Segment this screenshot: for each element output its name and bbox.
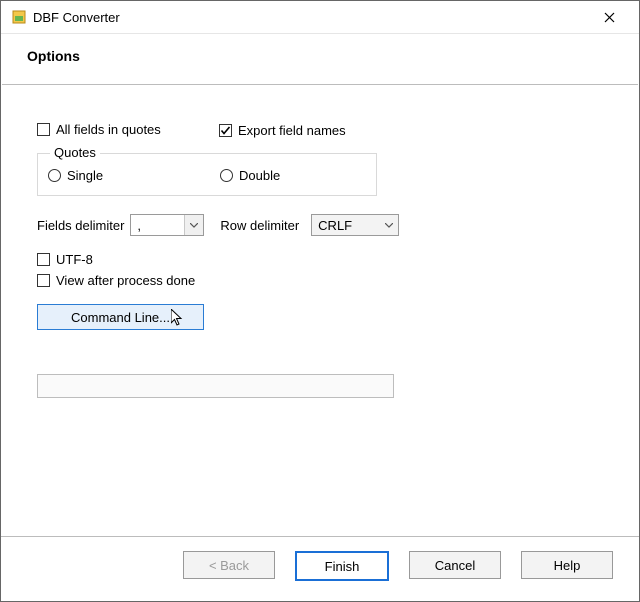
view-after-checkbox[interactable]: View after process done (37, 273, 603, 288)
fields-delimiter-combo[interactable]: , (130, 214, 204, 236)
close-icon (604, 12, 615, 23)
window: DBF Converter Options All fields in quot… (0, 0, 640, 602)
checkbox-label: UTF-8 (56, 252, 93, 267)
chevron-down-icon (184, 215, 203, 235)
row-delimiter-combo[interactable]: CRLF (311, 214, 399, 236)
radio-label: Double (239, 168, 280, 183)
check-icon (220, 125, 231, 136)
cancel-button[interactable]: Cancel (409, 551, 501, 579)
content: All fields in quotes Export field names … (1, 86, 639, 536)
mouse-cursor-icon (171, 309, 185, 330)
footer: < Back Finish Cancel Help (1, 536, 639, 601)
checkbox-icon (37, 274, 50, 287)
button-label: < Back (209, 558, 249, 573)
quotes-group: Quotes Single Double (37, 153, 377, 196)
back-button[interactable]: < Back (183, 551, 275, 579)
titlebar: DBF Converter (1, 1, 639, 34)
checkbox-label: Export field names (238, 123, 346, 138)
row-delimiter-label: Row delimiter (220, 218, 299, 233)
button-label: Cancel (435, 558, 475, 573)
checkbox-label: View after process done (56, 273, 195, 288)
all-fields-in-quotes-checkbox[interactable]: All fields in quotes (37, 122, 161, 137)
quotes-legend: Quotes (50, 145, 100, 160)
checkbox-icon (37, 123, 50, 136)
fields-delimiter-label: Fields delimiter (37, 218, 124, 233)
button-label: Help (554, 558, 581, 573)
radio-label: Single (67, 168, 103, 183)
progress-bar (37, 374, 394, 398)
chevron-down-icon (380, 215, 398, 235)
combo-value: CRLF (312, 218, 380, 233)
page-title: Options (27, 48, 613, 64)
radio-icon (48, 169, 61, 182)
command-line-button[interactable]: Command Line... (37, 304, 204, 330)
checkbox-label: All fields in quotes (56, 122, 161, 137)
window-title: DBF Converter (33, 10, 589, 25)
close-button[interactable] (589, 1, 629, 33)
button-label: Finish (325, 559, 360, 574)
quotes-single-radio[interactable]: Single (48, 168, 103, 183)
checkbox-icon (219, 124, 232, 137)
quotes-double-radio[interactable]: Double (220, 168, 280, 183)
checkbox-icon (37, 253, 50, 266)
header: Options (1, 34, 639, 76)
finish-button[interactable]: Finish (295, 551, 389, 581)
radio-icon (220, 169, 233, 182)
export-field-names-checkbox[interactable]: Export field names (219, 123, 346, 138)
combo-value: , (131, 218, 184, 233)
app-icon (11, 9, 27, 25)
button-label: Command Line... (71, 310, 170, 325)
utf8-checkbox[interactable]: UTF-8 (37, 252, 603, 267)
help-button[interactable]: Help (521, 551, 613, 579)
